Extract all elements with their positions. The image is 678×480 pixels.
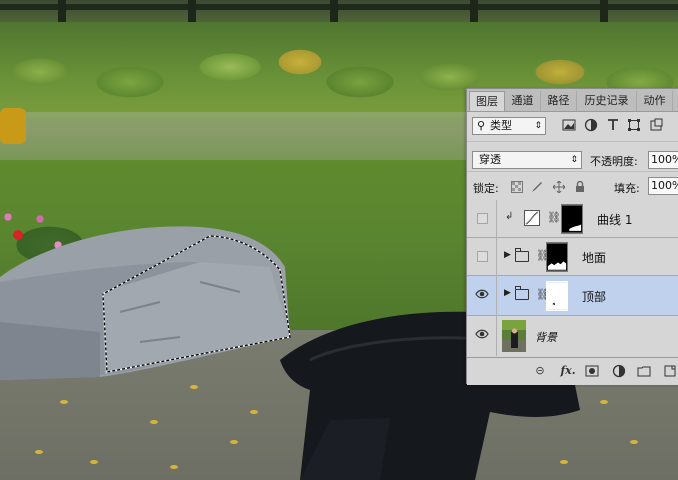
layer-filter-row: ⚲ 类型 ⇕ [467,113,678,139]
add-mask-icon[interactable] [585,364,599,378]
folder-icon [515,286,529,300]
tab-history[interactable]: 历史记录 [577,91,637,111]
layer-row-top[interactable]: ▶ ⛓ 顶部 [467,276,678,316]
link-icon: ⛓ [547,211,561,224]
type-filter-icon[interactable] [606,118,620,132]
lock-move-icon[interactable] [553,181,565,193]
expand-arrow-icon[interactable]: ▶ [504,250,511,260]
panel-tabbar: 图层 通道 路径 历史记录 动作 [467,89,678,112]
opacity-field[interactable]: 100% [648,151,678,169]
smart-object-filter-icon[interactable] [649,118,663,132]
group-mask-thumbnail [546,281,568,311]
visibility-toggle[interactable] [467,200,497,238]
layer-name: 地面 [582,251,607,265]
search-icon: ⚲ [477,119,486,132]
tab-actions[interactable]: 动作 [637,91,673,111]
fill-field[interactable]: 100% [648,177,678,195]
link-layers-icon[interactable]: ⊝ [533,364,547,378]
layers-footer: ⊝ fx. [467,357,678,385]
pixel-filter-icon[interactable] [562,118,576,132]
blend-mode-value: 穿透 [479,153,501,166]
filter-kind-label: 类型 [490,119,512,132]
filter-kind-select[interactable]: ⚲ 类型 ⇕ [472,117,546,135]
new-layer-icon[interactable] [663,364,677,378]
lock-label: 锁定: [473,182,499,195]
new-adjustment-icon[interactable] [612,364,626,378]
eye-icon [475,329,489,339]
lock-fill-row: 锁定: 填充: 100% [467,171,678,201]
adjustment-filter-icon[interactable] [584,118,598,132]
visibility-toggle[interactable] [467,316,497,356]
lock-all-icon[interactable] [574,181,586,193]
opacity-label: 不透明度: [590,155,638,168]
eye-icon [475,289,489,299]
tab-channels[interactable]: 通道 [505,91,541,111]
background-thumbnail [502,320,526,352]
stone-planter [0,226,291,380]
clip-arrow-icon: ↲ [505,211,514,222]
new-group-icon[interactable] [637,364,651,378]
layers-panel: 图层 通道 路径 历史记录 动作 ⚲ 类型 ⇕ 穿透 ⇕ 不透明度: 100% … [466,88,678,385]
fx-icon[interactable]: fx. [557,364,579,378]
folder-icon [515,248,529,262]
visibility-off-icon [477,213,488,224]
visibility-toggle[interactable] [467,276,497,316]
lock-paint-icon[interactable] [531,181,543,193]
stepper-icon: ⇕ [570,155,578,165]
blend-opacity-row: 穿透 ⇕ 不透明度: 100% [467,141,678,169]
tab-layers[interactable]: 图层 [469,91,505,111]
expand-arrow-icon[interactable]: ▶ [504,288,511,298]
layer-row-background[interactable]: 背景 [467,316,678,356]
layer-mask-thumbnail [561,204,583,234]
blend-mode-select[interactable]: 穿透 ⇕ [472,151,582,169]
group-mask-thumbnail [546,242,568,272]
layer-row-curves[interactable]: ↲ ⛓ 曲线 1 [467,200,678,238]
layer-list: ↲ ⛓ 曲线 1 ▶ ⛓ 地面 ▶ ⛓ 顶部 背景 [467,200,678,356]
layer-name: 曲线 1 [597,213,633,227]
visibility-off-icon [477,251,488,262]
curves-adjustment-icon [524,210,540,226]
layer-name: 顶部 [582,290,607,304]
tab-paths[interactable]: 路径 [541,91,577,111]
layer-row-ground[interactable]: ▶ ⛓ 地面 [467,238,678,276]
stepper-icon: ⇕ [534,121,542,131]
yellow-object [0,108,26,144]
visibility-toggle[interactable] [467,238,497,276]
shape-filter-icon[interactable] [627,118,641,132]
layer-name: 背景 [535,331,557,344]
fill-label: 填充: [614,182,640,195]
lock-transparent-icon[interactable] [511,181,523,193]
